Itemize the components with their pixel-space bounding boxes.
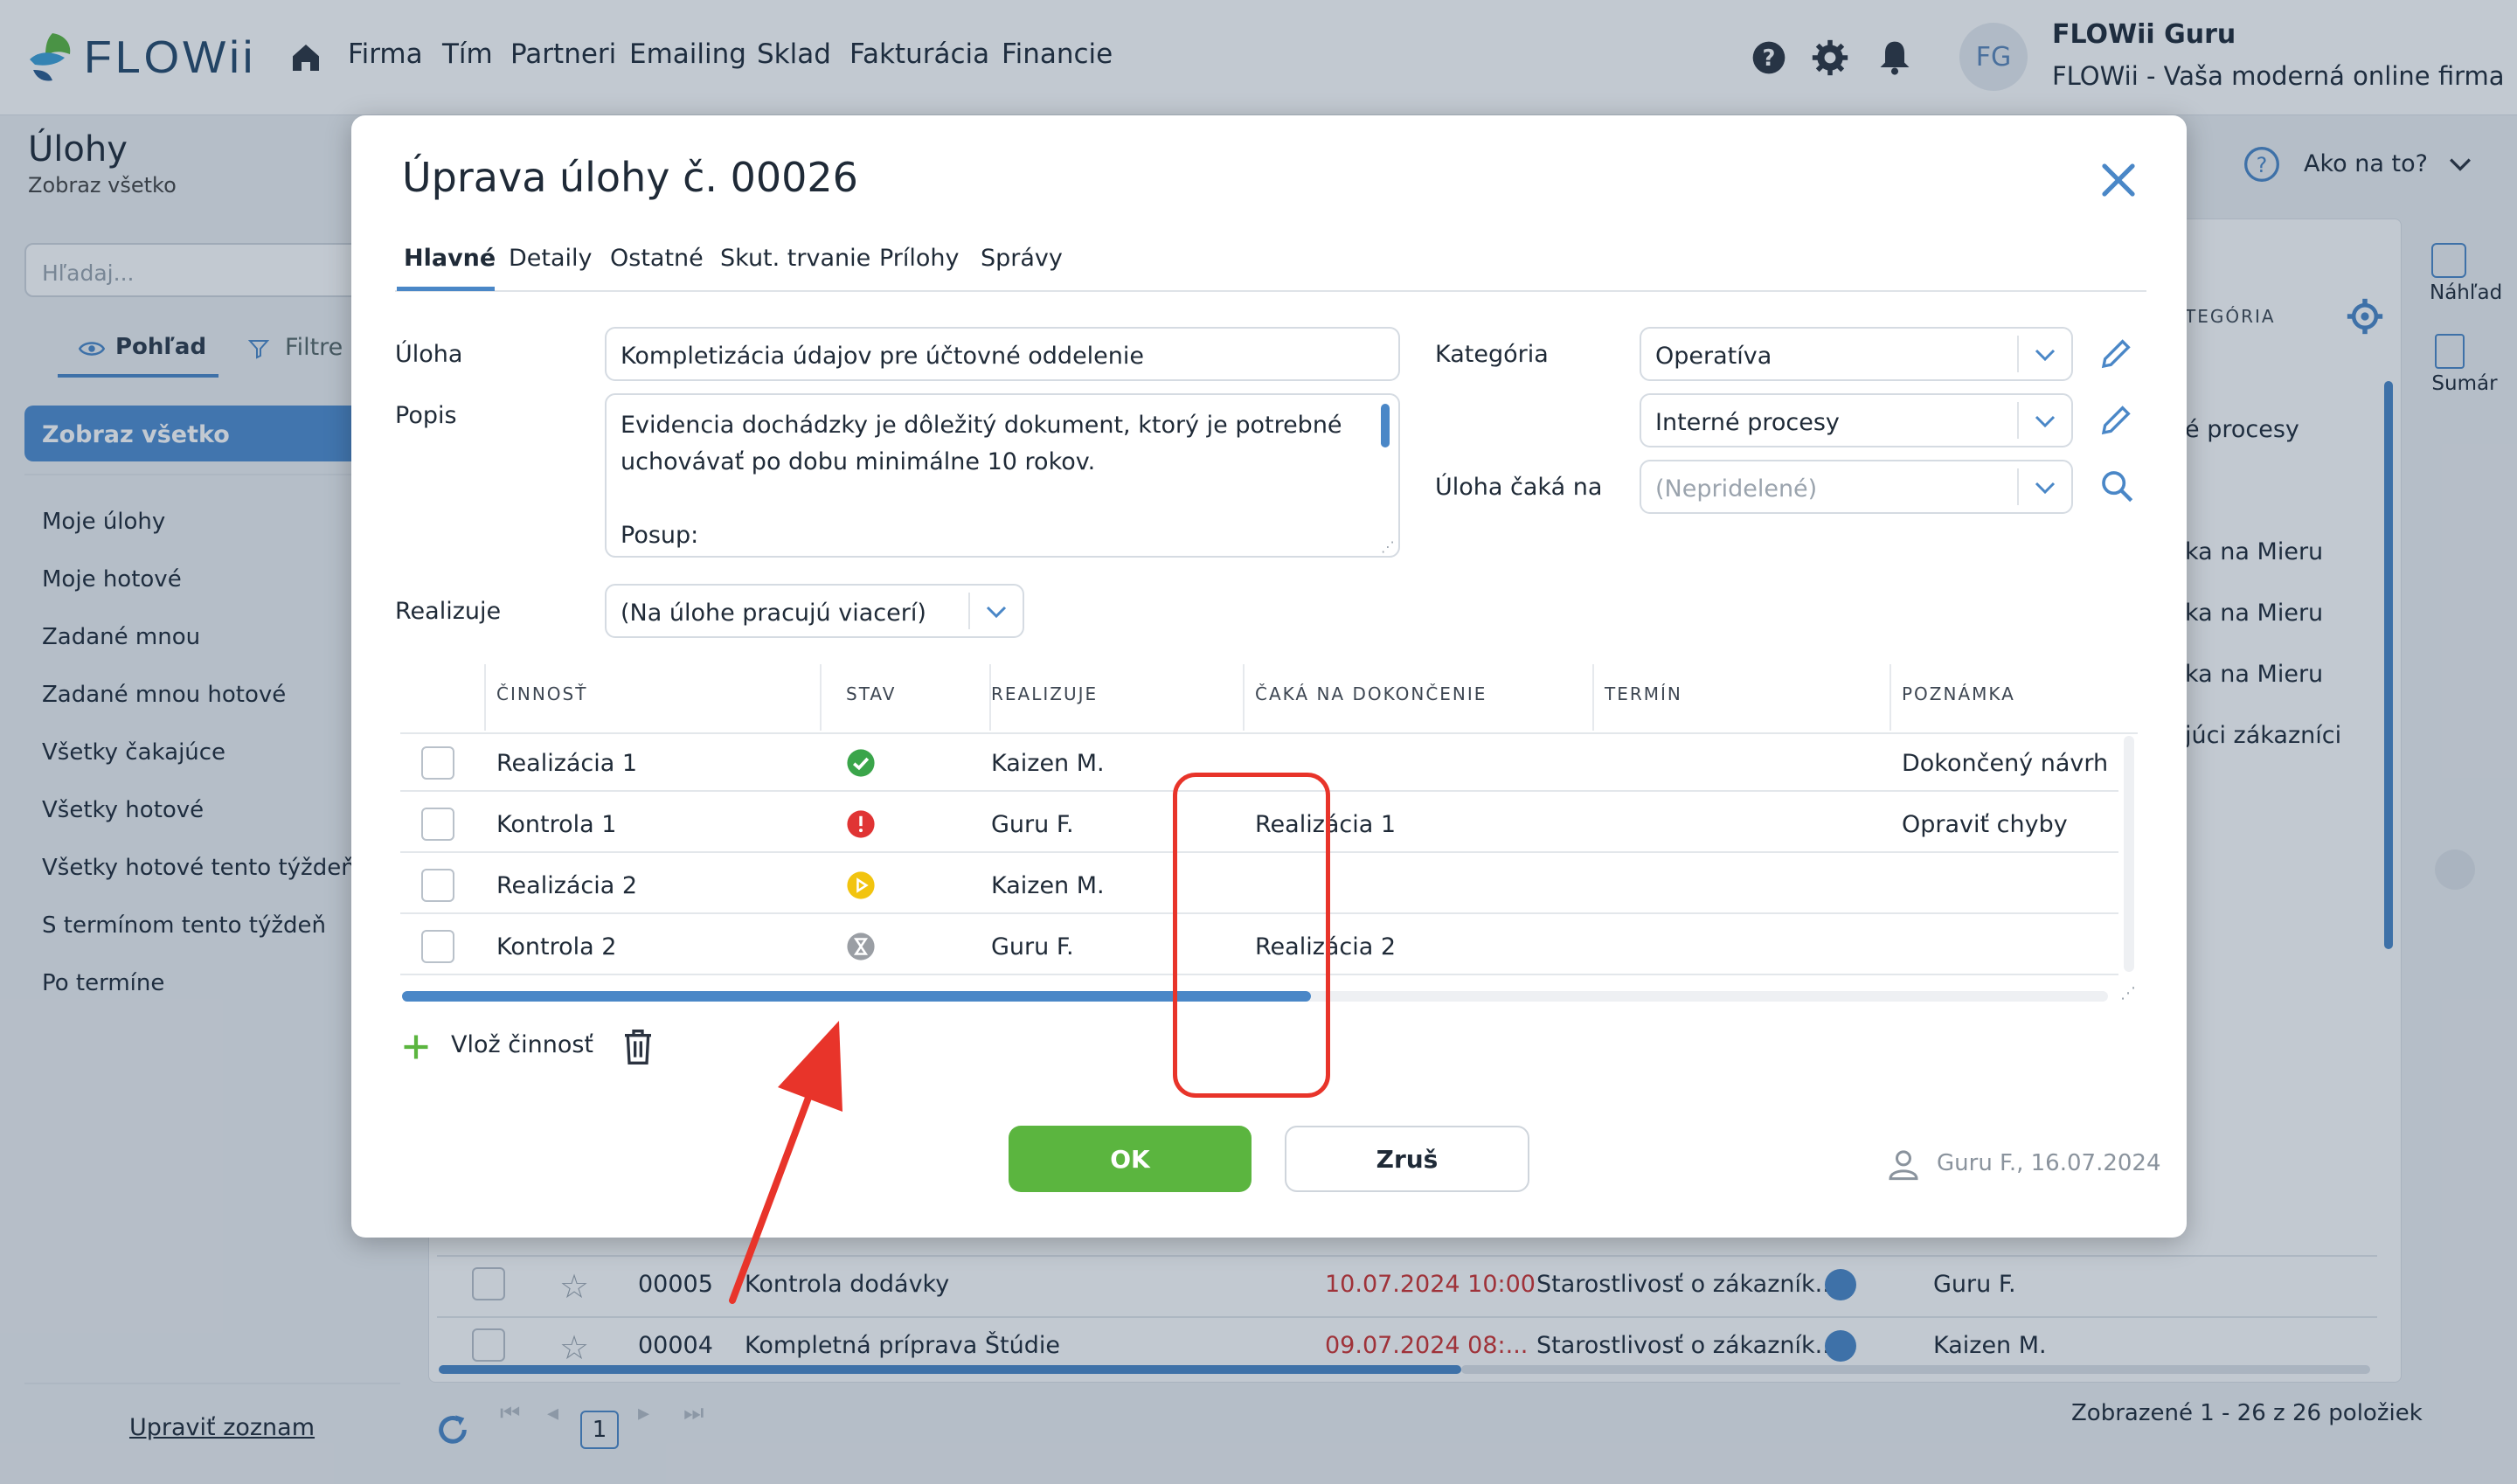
close-icon[interactable] (2098, 159, 2139, 201)
activity-checkbox[interactable] (421, 869, 454, 902)
description-line: Posup: (621, 522, 699, 549)
dialog-title: Úprava úlohy č. 00026 (402, 154, 858, 201)
select-divider (2017, 468, 2019, 505)
column-separator (1243, 664, 1245, 731)
activity-name[interactable]: Kontrola 1 (496, 811, 616, 838)
activity-checkbox[interactable] (421, 746, 454, 780)
activity-name[interactable]: Realizácia 2 (496, 872, 637, 899)
category-label: Kategória (1435, 341, 1549, 368)
subcategory-value: Interné procesy (1655, 409, 1840, 436)
play-circle-icon[interactable] (846, 870, 876, 900)
activity-name[interactable]: Realizácia 1 (496, 750, 637, 777)
realizes-select[interactable]: (Na úlohe pracujú viacerí) (605, 584, 1024, 638)
check-circle-icon[interactable] (846, 748, 876, 778)
chevron-down-icon[interactable] (2035, 482, 2056, 494)
activity-note: Dokončený návrh (1902, 750, 2109, 777)
annotation-arrow (729, 1021, 842, 1304)
tab-attachments[interactable]: Prílohy (879, 245, 960, 272)
chevron-down-icon[interactable] (2035, 415, 2056, 427)
waits-for-select[interactable]: (Nepridelené) (1640, 460, 2073, 514)
pencil-icon[interactable] (2099, 402, 2134, 437)
add-activity-button[interactable]: Vlož činnosť (451, 1031, 593, 1058)
select-divider (2017, 336, 2019, 372)
pencil-icon[interactable] (2099, 336, 2134, 371)
search-icon[interactable] (2099, 468, 2134, 503)
activity-name[interactable]: Kontrola 2 (496, 933, 616, 960)
cancel-button[interactable]: Zruš (1285, 1126, 1529, 1192)
status-column-highlight (1173, 773, 1330, 1098)
tab-main[interactable]: Hlavné (404, 245, 496, 272)
chevron-down-icon[interactable] (2035, 349, 2056, 361)
ok-button[interactable]: OK (1009, 1126, 1252, 1192)
edit-task-dialog: Úprava úlohy č. 00026 Hlavné Detaily Ost… (351, 115, 2187, 1304)
description-textarea[interactable]: Evidencia dochádzky je dôležitý dokument… (605, 393, 1400, 558)
trash-icon[interactable] (621, 1028, 655, 1066)
activity-checkbox[interactable] (421, 930, 454, 963)
tab-details[interactable]: Detaily (509, 245, 593, 272)
realizes-label: Realizuje (395, 598, 502, 625)
column-header-activity[interactable]: ČINNOSŤ (496, 683, 587, 704)
select-divider (968, 593, 970, 629)
description-line: uchovávať po dobu minimálne 10 rokov. (621, 448, 1096, 475)
column-header-note[interactable]: POZNÁMKA (1902, 683, 2015, 704)
resize-handle-icon[interactable]: ⋰ (2120, 984, 2136, 1002)
activity-note: Opraviť chyby (1902, 811, 2068, 838)
waits-for-label: Úloha čaká na (1435, 474, 1603, 501)
exclamation-circle-icon[interactable] (846, 809, 876, 839)
waits-for-placeholder: (Nepridelené) (1655, 475, 1818, 503)
tab-other[interactable]: Ostatné (610, 245, 704, 272)
column-separator (1889, 664, 1891, 731)
activity-realizes: Guru F. (991, 811, 1074, 838)
activity-checkbox[interactable] (421, 808, 454, 841)
textarea-scrollbar[interactable] (1381, 404, 1390, 447)
plus-icon[interactable] (400, 1031, 432, 1063)
author-info: Guru F., 16.07.2024 (1937, 1150, 2161, 1176)
user-icon (1889, 1150, 1918, 1181)
realizes-value: (Na úlohe pracujú viacerí) (621, 600, 926, 627)
activity-realizes: Kaizen M. (991, 872, 1105, 899)
activity-realizes: Guru F. (991, 933, 1074, 960)
column-separator (1592, 664, 1594, 731)
column-separator (820, 664, 822, 731)
hourglass-circle-icon[interactable] (846, 932, 876, 961)
resize-handle-icon[interactable]: ⋰ (1381, 540, 1395, 554)
subcategory-select[interactable]: Interné procesy (1640, 393, 2073, 447)
tab-messages[interactable]: Správy (981, 245, 1063, 272)
category-select[interactable]: Operatíva (1640, 327, 2073, 381)
description-line: Evidencia dochádzky je dôležitý dokument… (621, 412, 1342, 439)
table-vertical-scrollbar[interactable] (2124, 736, 2134, 972)
task-label: Úloha (395, 341, 463, 368)
column-separator (484, 664, 486, 731)
column-header-waits[interactable]: ČAKÁ NA DOKONČENIE (1255, 683, 1487, 704)
category-value: Operatíva (1655, 343, 1772, 370)
column-header-realizes[interactable]: REALIZUJE (991, 683, 1098, 704)
tabs-divider (395, 290, 2146, 292)
description-line (621, 481, 1365, 517)
select-divider (2017, 402, 2019, 439)
chevron-down-icon[interactable] (986, 606, 1007, 618)
column-header-status[interactable]: STAV (846, 683, 896, 704)
activity-realizes: Kaizen M. (991, 750, 1105, 777)
column-header-deadline[interactable]: TERMÍN (1605, 683, 1682, 704)
description-label: Popis (395, 402, 457, 429)
tab-actual-duration[interactable]: Skut. trvanie (720, 245, 870, 272)
task-name-input[interactable]: Kompletizácia údajov pre účtovné oddelen… (605, 327, 1400, 381)
active-tab-indicator (397, 287, 495, 291)
